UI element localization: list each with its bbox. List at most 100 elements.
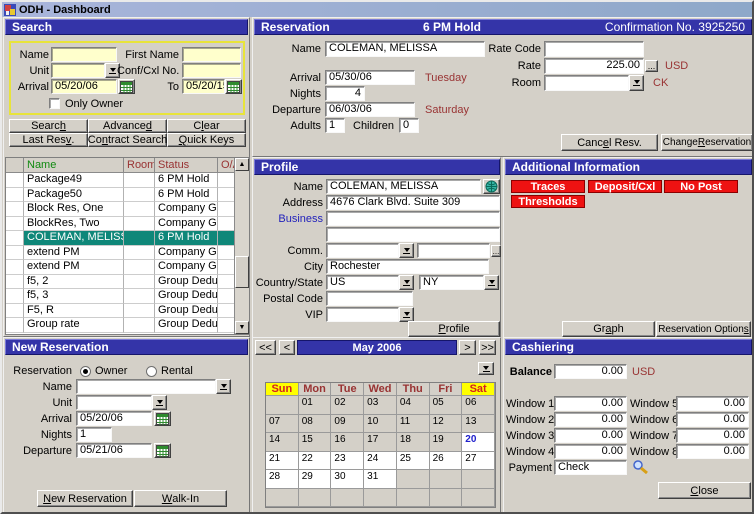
calendar-prev-year-button[interactable]: << xyxy=(255,340,276,355)
calendar-day[interactable] xyxy=(397,489,430,508)
newres-unit-dropdown-icon[interactable] xyxy=(152,395,167,410)
address-input[interactable]: 4676 Clark Blvd. Suite 309 xyxy=(326,195,500,210)
row-cell[interactable] xyxy=(124,304,155,319)
calendar-day[interactable]: 08 xyxy=(299,415,332,434)
row-cell[interactable]: Company Guar xyxy=(155,202,218,217)
contract-search-button[interactable]: Contract Search xyxy=(88,133,167,147)
row-cell[interactable]: Group Deduct xyxy=(155,318,218,333)
calendar-day[interactable]: 17 xyxy=(364,433,397,452)
vip-input[interactable] xyxy=(326,307,399,322)
row-cell[interactable]: Package50 xyxy=(24,188,124,203)
comm-ellipsis-icon[interactable]: ... xyxy=(491,245,501,257)
calendar-day[interactable]: 23 xyxy=(331,452,364,471)
res-room-input[interactable] xyxy=(544,75,629,91)
calendar-day[interactable]: 14 xyxy=(266,433,299,452)
row-cell[interactable]: Company Guar xyxy=(155,246,218,261)
cancel-resv-button[interactable]: Cancel Resv. xyxy=(561,134,658,151)
calendar-day[interactable]: 29 xyxy=(299,470,332,489)
calendar-day[interactable]: 27 xyxy=(462,452,495,471)
walk-in-button[interactable]: Walk-In xyxy=(134,490,227,507)
new-reservation-button[interactable]: New Reservation xyxy=(37,490,133,507)
row-cell[interactable]: Group rate xyxy=(24,318,124,333)
vip-dropdown-icon[interactable] xyxy=(399,307,414,322)
newres-nights-input[interactable]: 1 xyxy=(76,427,112,442)
newres-arrival-calendar-icon[interactable] xyxy=(154,411,171,426)
row-cell[interactable]: BlockRes, Two xyxy=(24,217,124,232)
children-input[interactable]: 0 xyxy=(399,118,419,133)
calendar-day[interactable] xyxy=(430,489,463,508)
payment-input[interactable]: Check xyxy=(554,460,627,475)
calendar-day[interactable]: 11 xyxy=(397,415,430,434)
country-input[interactable]: US xyxy=(326,275,399,290)
city-input[interactable]: Rochester xyxy=(326,259,489,274)
calendar-day[interactable]: 12 xyxy=(430,415,463,434)
clear-button[interactable]: Clear xyxy=(167,119,246,133)
row-cell[interactable]: Package49 xyxy=(24,173,124,188)
row-cell[interactable] xyxy=(124,231,155,246)
row-cell[interactable]: Group Deduct xyxy=(155,289,218,304)
calendar-day[interactable]: 25 xyxy=(397,452,430,471)
search-name-input[interactable] xyxy=(51,47,117,62)
search-unit-input[interactable] xyxy=(51,63,105,78)
rate-input[interactable]: 225.00 xyxy=(544,58,644,74)
row-selector-cell[interactable] xyxy=(6,246,24,261)
calendar-day[interactable]: 26 xyxy=(430,452,463,471)
calendar-day[interactable]: 15 xyxy=(299,433,332,452)
row-cell[interactable] xyxy=(124,275,155,290)
scroll-up-icon[interactable]: ▲ xyxy=(235,158,249,171)
row-selector-cell[interactable] xyxy=(6,188,24,203)
row-cell[interactable] xyxy=(124,202,155,217)
row-selector-cell[interactable] xyxy=(6,217,24,232)
calendar-day[interactable]: 01 xyxy=(299,396,332,415)
profile-button[interactable]: Profile xyxy=(408,321,500,337)
table-row[interactable]: F5, RGroup Deduct xyxy=(6,304,236,319)
change-reservation-button[interactable]: Change Reservation xyxy=(661,134,753,151)
calendar-day[interactable] xyxy=(299,489,332,508)
comm-value-input[interactable] xyxy=(417,243,490,258)
calendar-day[interactable]: 09 xyxy=(331,415,364,434)
row-selector-cell[interactable] xyxy=(6,231,24,246)
search-button[interactable]: Search xyxy=(9,119,88,133)
calendar-view-dropdown-icon[interactable] xyxy=(478,362,494,375)
calendar-day[interactable]: 02 xyxy=(331,396,364,415)
table-row[interactable]: COLEMAN, MELISSA6 PM Hold xyxy=(6,231,236,246)
table-row[interactable]: Package496 PM Hold xyxy=(6,173,236,188)
row-cell[interactable]: Company Guar xyxy=(155,260,218,275)
row-cell[interactable]: Group Deduct xyxy=(155,275,218,290)
table-row[interactable]: extend PM Company Guar xyxy=(6,246,236,261)
newres-arrival-input[interactable]: 05/20/06 xyxy=(76,411,152,426)
newres-name-dropdown-icon[interactable] xyxy=(216,379,231,394)
calendar-day[interactable]: 19 xyxy=(430,433,463,452)
newres-unit-input[interactable] xyxy=(76,395,152,410)
row-cell[interactable]: extend PM xyxy=(24,246,124,261)
calendar-prev-month-button[interactable]: < xyxy=(279,340,295,355)
table-row[interactable]: BlockRes, TwoCompany Guar xyxy=(6,217,236,232)
search-first-name-input[interactable] xyxy=(182,47,241,62)
row-cell[interactable] xyxy=(124,217,155,232)
calendar-day[interactable]: 18 xyxy=(397,433,430,452)
thresholds-badge[interactable]: Thresholds xyxy=(511,195,585,208)
calendar-day[interactable]: 05 xyxy=(430,396,463,415)
profile-name-input[interactable]: COLEMAN, MELISSA xyxy=(326,179,481,194)
calendar-day[interactable]: 20 xyxy=(462,433,495,452)
calendar-day[interactable] xyxy=(266,396,299,415)
rate-code-input[interactable] xyxy=(544,41,644,57)
reservation-options-button[interactable]: Reservation Options xyxy=(656,321,751,337)
comm-dropdown-icon[interactable] xyxy=(399,243,414,258)
calendar-day[interactable]: 03 xyxy=(364,396,397,415)
newres-departure-input[interactable]: 05/21/06 xyxy=(76,443,152,458)
calendar-day[interactable]: 21 xyxy=(266,452,299,471)
comm-type-input[interactable] xyxy=(326,243,399,258)
res-departure-input[interactable]: 06/03/06 xyxy=(325,102,415,117)
row-cell[interactable]: extend PM xyxy=(24,260,124,275)
adults-input[interactable]: 1 xyxy=(325,118,345,133)
row-cell[interactable] xyxy=(124,260,155,275)
search-conf-input[interactable] xyxy=(182,63,241,78)
search-to-calendar-icon[interactable] xyxy=(225,79,242,94)
row-selector-cell[interactable] xyxy=(6,202,24,217)
table-row[interactable]: extend PM Company Guar xyxy=(6,260,236,275)
calendar-day[interactable]: 16 xyxy=(331,433,364,452)
calendar-day[interactable] xyxy=(462,489,495,508)
calendar-day[interactable]: 31 xyxy=(364,470,397,489)
table-row[interactable]: Group rate Group Deduct xyxy=(6,318,236,333)
